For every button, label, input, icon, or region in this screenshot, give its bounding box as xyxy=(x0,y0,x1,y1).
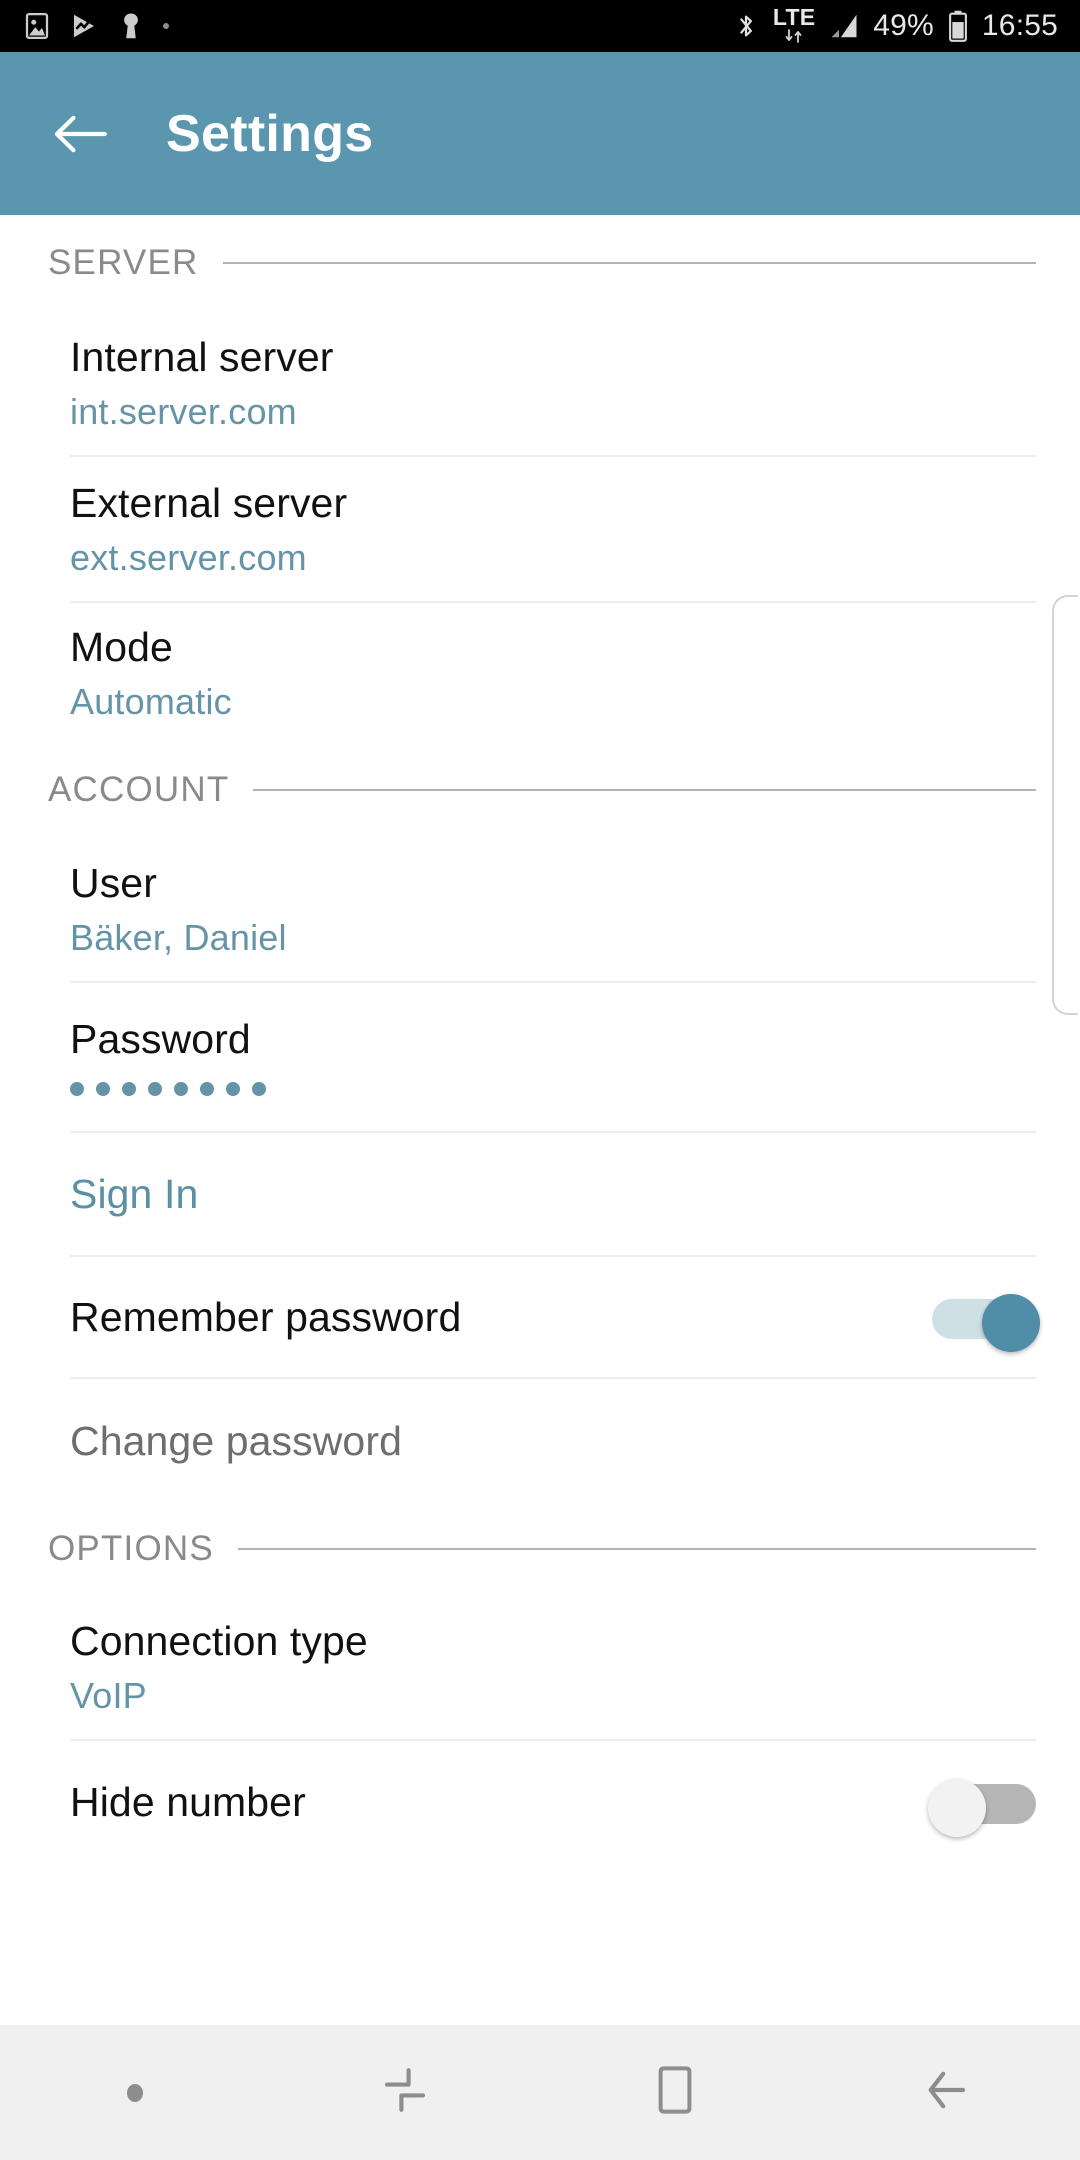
row-connection-type[interactable]: Connection type VoIP xyxy=(70,1595,1036,1741)
section-rule xyxy=(253,789,1036,791)
row-hide-number[interactable]: Hide number xyxy=(70,1741,1036,1863)
row-title-user: User xyxy=(70,859,157,906)
nav-back-button[interactable] xyxy=(810,2063,1080,2122)
sign-in-button[interactable]: Sign In xyxy=(70,1173,198,1215)
data-transfer-icon xyxy=(781,28,807,47)
status-bar-left-icons xyxy=(22,11,169,41)
row-texts: Sign In xyxy=(70,1173,198,1215)
clock-label: 16:55 xyxy=(981,9,1058,42)
battery-percent-label: 49% xyxy=(873,9,934,42)
section-header-account: ACCOUNT xyxy=(0,743,1080,837)
scrollbar[interactable] xyxy=(1052,595,1078,1015)
row-password[interactable]: Password xyxy=(70,983,1036,1133)
row-value-connection-type: VoIP xyxy=(70,1674,147,1716)
status-bar: LTE 49% 16:55 xyxy=(0,0,1080,52)
row-texts: Change password xyxy=(70,1420,402,1462)
row-user[interactable]: User Bäker, Daniel xyxy=(70,837,1036,983)
password-masked-value xyxy=(70,1081,266,1096)
row-change-password[interactable]: Change password xyxy=(70,1379,1036,1503)
vpn-key-icon xyxy=(116,11,146,41)
nav-dot-icon xyxy=(127,2083,143,2102)
row-value-external-server: ext.server.com xyxy=(70,536,307,578)
status-bar-right: LTE 49% 16:55 xyxy=(732,3,1058,47)
row-texts: Remember password xyxy=(70,1293,462,1340)
nav-indicator-dot xyxy=(0,2083,270,2102)
row-title-remember-password: Remember password xyxy=(70,1293,462,1340)
row-texts: Hide number xyxy=(70,1778,306,1825)
row-value-internal-server: int.server.com xyxy=(70,390,297,432)
toggle-hide-number[interactable] xyxy=(928,1779,1036,1837)
network-type-indicator: LTE xyxy=(772,3,816,47)
section-rule xyxy=(222,262,1036,264)
row-remember-password[interactable]: Remember password xyxy=(70,1257,1040,1379)
row-external-server[interactable]: External server ext.server.com xyxy=(70,457,1036,603)
back-arrow-icon[interactable] xyxy=(52,106,108,162)
row-title-mode: Mode xyxy=(70,623,173,670)
row-texts: External server ext.server.com xyxy=(70,479,348,578)
change-password-button[interactable]: Change password xyxy=(70,1420,402,1462)
toggle-thumb xyxy=(928,1779,986,1837)
section-header-server: SERVER xyxy=(0,215,1080,311)
section-label-server: SERVER xyxy=(48,243,199,282)
nav-home-button[interactable] xyxy=(540,2063,810,2122)
screenshot-icon xyxy=(22,11,52,41)
row-value-mode: Automatic xyxy=(70,680,232,722)
bluetooth-icon xyxy=(732,11,760,41)
row-sign-in[interactable]: Sign In xyxy=(70,1133,1036,1257)
row-texts: User Bäker, Daniel xyxy=(70,859,287,958)
media-play-icon xyxy=(69,11,99,41)
row-internal-server[interactable]: Internal server int.server.com xyxy=(70,311,1036,457)
row-texts: Internal server int.server.com xyxy=(70,333,334,432)
row-value-user: Bäker, Daniel xyxy=(70,916,287,958)
more-dot-icon xyxy=(163,23,169,29)
section-header-options: OPTIONS xyxy=(0,1503,1080,1595)
row-title-password: Password xyxy=(70,1015,251,1062)
nav-recents-button[interactable] xyxy=(270,2063,540,2122)
section-label-account: ACCOUNT xyxy=(48,770,230,809)
row-texts: Connection type VoIP xyxy=(70,1617,368,1716)
battery-icon xyxy=(947,10,969,42)
recents-icon xyxy=(378,2063,432,2122)
toggle-thumb xyxy=(982,1294,1040,1352)
row-title-external-server: External server xyxy=(70,479,348,526)
row-texts: Mode Automatic xyxy=(70,623,232,722)
app-bar: Settings xyxy=(0,52,1080,215)
section-label-options: OPTIONS xyxy=(48,1529,214,1568)
row-title-hide-number: Hide number xyxy=(70,1778,306,1825)
page-title: Settings xyxy=(166,104,374,163)
settings-list[interactable]: SERVER Internal server int.server.com Ex… xyxy=(0,215,1080,2025)
section-rule xyxy=(237,1548,1036,1550)
row-texts: Password xyxy=(70,1015,266,1096)
row-title-internal-server: Internal server xyxy=(70,333,334,380)
row-title-connection-type: Connection type xyxy=(70,1617,368,1664)
signal-bars-icon xyxy=(828,11,860,41)
row-mode[interactable]: Mode Automatic xyxy=(70,603,1036,743)
back-icon xyxy=(918,2063,972,2122)
network-type-label: LTE xyxy=(772,3,816,30)
toggle-remember-password[interactable] xyxy=(932,1294,1040,1352)
home-icon xyxy=(648,2063,702,2122)
system-navigation-bar xyxy=(0,2025,1080,2160)
